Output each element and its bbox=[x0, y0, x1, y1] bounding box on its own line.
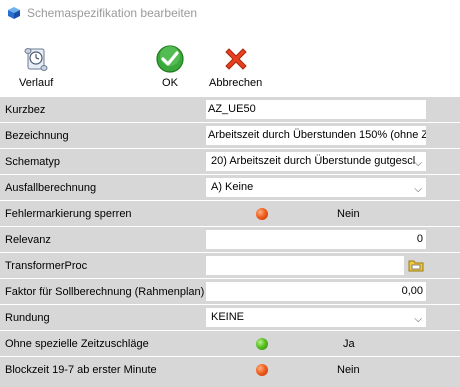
title-bar: Schemaspezifikation bearbeiten bbox=[0, 0, 460, 26]
row-faktor: Faktor für Sollberechnung (Rahmenplan) 0… bbox=[0, 278, 460, 304]
rundung-value: KEINE bbox=[211, 311, 245, 323]
fehlermarkierung-state: Nein bbox=[337, 208, 360, 220]
toolbar: Verlauf OK Abbrechen bbox=[0, 26, 460, 96]
row-rundung: Rundung KEINE ⌵ bbox=[0, 304, 460, 330]
row-kurzbez: Kurzbez AZ_UE50 bbox=[0, 96, 460, 122]
row-label: Relevanz bbox=[5, 234, 51, 246]
row-label: Schematyp bbox=[5, 156, 61, 168]
chevron-down-icon[interactable]: ⌵ bbox=[414, 180, 422, 197]
rundung-dropdown[interactable]: KEINE ⌵ bbox=[206, 308, 426, 327]
window-title: Schemaspezifikation bearbeiten bbox=[27, 6, 198, 20]
schematyp-dropdown[interactable]: 20) Arbeitszeit durch Überstunde gutgesc… bbox=[206, 152, 426, 171]
status-dot-icon[interactable] bbox=[256, 364, 268, 376]
chevron-down-icon[interactable]: ⌵ bbox=[414, 310, 422, 327]
cancel-button-label: Abbrechen bbox=[209, 77, 263, 89]
schematyp-value: 20) Arbeitszeit durch Überstunde gutgesc… bbox=[211, 155, 416, 167]
row-label: Fehlermarkierung sperren bbox=[5, 208, 132, 220]
row-bezeichnung: Bezeichnung Arbeitszeit durch Überstunde… bbox=[0, 122, 460, 148]
status-dot-icon[interactable] bbox=[256, 208, 268, 220]
blockzeit-state: Nein bbox=[337, 364, 360, 376]
property-grid: Kurzbez AZ_UE50 Bezeichnung Arbeitszeit … bbox=[0, 96, 460, 387]
row-label: Bezeichnung bbox=[5, 130, 69, 142]
row-relevanz: Relevanz 0 bbox=[0, 226, 460, 252]
history-scroll-icon bbox=[24, 48, 48, 71]
ausfallberechnung-dropdown[interactable]: A) Keine ⌵ bbox=[206, 178, 426, 197]
ok-check-icon bbox=[156, 45, 184, 73]
ausfallberechnung-value: A) Keine bbox=[211, 181, 254, 193]
history-button-label: Verlauf bbox=[19, 77, 54, 89]
bezeichnung-input[interactable]: Arbeitszeit durch Überstunden 150% (ohne… bbox=[206, 126, 426, 145]
zeitzuschlaege-state: Ja bbox=[343, 338, 355, 350]
row-blockzeit: Blockzeit 19-7 ab erster Minute Nein bbox=[0, 356, 460, 382]
row-label: Ausfallberechnung bbox=[5, 182, 97, 194]
relevanz-input[interactable]: 0 bbox=[206, 230, 426, 249]
row-label: Ohne spezielle Zeitzuschläge bbox=[5, 338, 149, 350]
row-label: Faktor für Sollberechnung (Rahmenplan) bbox=[5, 286, 205, 298]
ok-button[interactable]: OK bbox=[155, 44, 185, 89]
row-label: TransformerProc bbox=[5, 260, 88, 272]
row-schematyp: Schematyp 20) Arbeitszeit durch Überstun… bbox=[0, 148, 460, 174]
row-ausfallberechnung: Ausfallberechnung A) Keine ⌵ bbox=[0, 174, 460, 200]
chevron-down-icon[interactable]: ⌵ bbox=[414, 154, 422, 171]
row-label: Rundung bbox=[5, 312, 50, 324]
app-cube-icon bbox=[8, 7, 20, 19]
row-fehlermarkierung: Fehlermarkierung sperren Nein bbox=[0, 200, 460, 226]
cancel-x-icon bbox=[224, 48, 247, 70]
transformerproc-input[interactable] bbox=[206, 256, 404, 275]
faktor-input[interactable]: 0,00 bbox=[206, 282, 426, 301]
ok-button-label: OK bbox=[162, 77, 178, 89]
kurzbez-input[interactable]: AZ_UE50 bbox=[206, 100, 426, 119]
row-transformerproc: TransformerProc bbox=[0, 252, 460, 278]
history-button[interactable]: Verlauf bbox=[19, 44, 53, 89]
row-zeitzuschlaege: Ohne spezielle Zeitzuschläge Ja bbox=[0, 330, 460, 356]
cancel-button[interactable]: Abbrechen bbox=[209, 44, 262, 89]
row-label: Kurzbez bbox=[5, 104, 46, 116]
status-dot-icon[interactable] bbox=[256, 338, 268, 350]
folder-picker-icon[interactable] bbox=[407, 257, 425, 273]
row-label: Blockzeit 19-7 ab erster Minute bbox=[5, 364, 157, 376]
